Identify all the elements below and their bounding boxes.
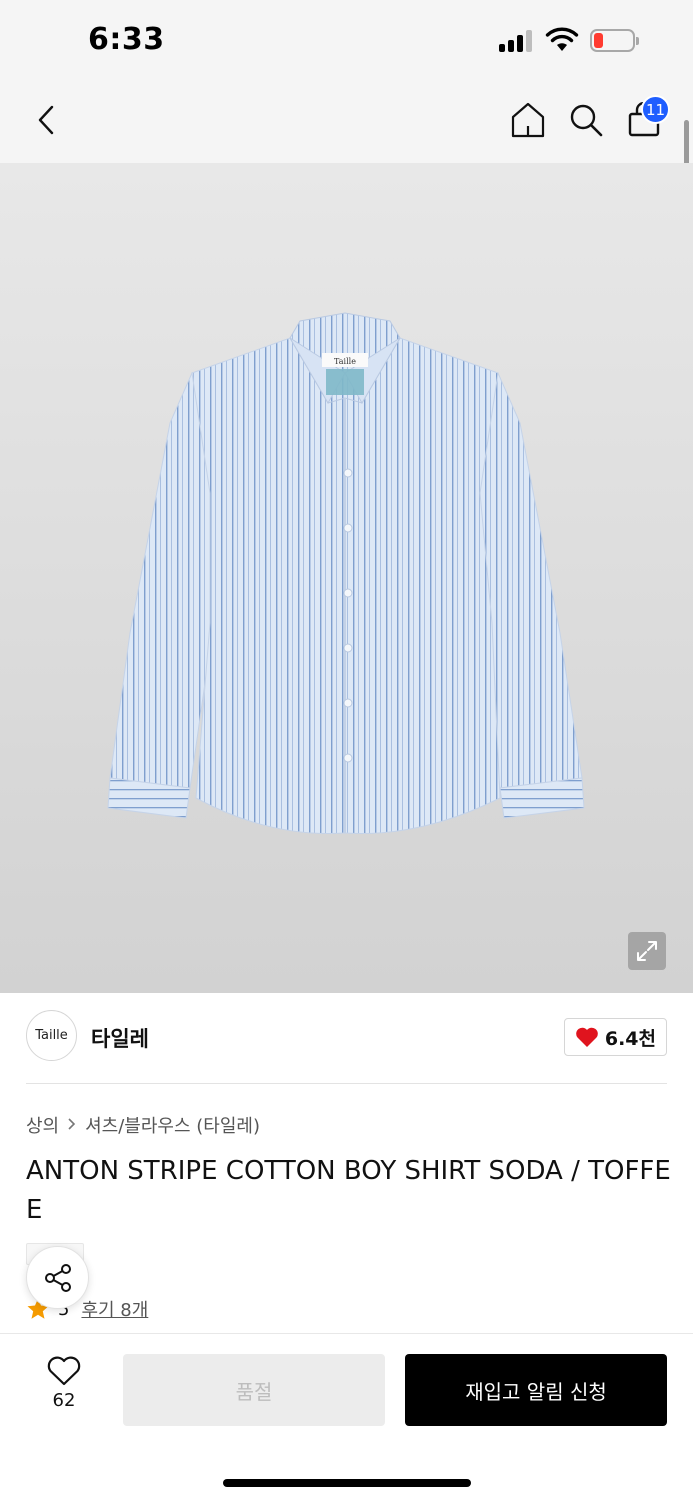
- wishlist-button[interactable]: 62: [34, 1356, 94, 1426]
- breadcrumb: 상의 셔츠/블라우스 (타일레): [26, 1112, 260, 1138]
- battery-icon: [590, 29, 640, 53]
- review-link[interactable]: 후기 8개: [81, 1296, 148, 1322]
- bottom-action-bar: 62 품절 재입고 알림 신청: [0, 1333, 693, 1500]
- breadcrumb-item-subcategory[interactable]: 셔츠/블라우스 (타일레): [85, 1112, 260, 1138]
- brand-like-button[interactable]: 6.4천: [563, 1018, 667, 1056]
- chevron-left-icon: [38, 105, 54, 135]
- search-button[interactable]: [564, 98, 608, 142]
- search-icon: [570, 104, 603, 137]
- soldout-button[interactable]: 품절: [123, 1354, 385, 1426]
- brand-name[interactable]: 타일레: [91, 1023, 149, 1053]
- status-time: 6:33: [88, 22, 165, 57]
- home-icon: [511, 102, 545, 138]
- heart-filled-icon: [576, 1027, 598, 1047]
- status-bar: 6:33: [0, 0, 693, 80]
- chevron-right-icon: [67, 1116, 77, 1135]
- breadcrumb-item-category[interactable]: 상의: [26, 1112, 59, 1138]
- divider: [26, 1083, 667, 1084]
- wishlist-count: 62: [52, 1390, 76, 1411]
- brand-row: Taille 타일레 6.4천: [26, 1010, 667, 1066]
- heart-outline-icon: [47, 1356, 81, 1386]
- wifi-icon: [545, 27, 579, 53]
- share-button[interactable]: [26, 1246, 89, 1309]
- product-title: ANTON STRIPE COTTON BOY SHIRT SODA / TOF…: [26, 1156, 671, 1225]
- product-image[interactable]: Taille: [0, 163, 693, 993]
- restock-alert-button[interactable]: 재입고 알림 신청: [405, 1354, 667, 1426]
- back-button[interactable]: [24, 98, 68, 142]
- brand-like-count: 6.4천: [604, 1027, 656, 1050]
- cart-count-badge: 11: [641, 95, 670, 124]
- share-icon: [44, 1263, 71, 1292]
- signal-icon: [499, 30, 535, 52]
- shirt-image: Taille: [107, 312, 585, 835]
- top-navigation: [0, 80, 693, 163]
- svg-text:Taille: Taille: [334, 357, 356, 366]
- expand-icon: [637, 941, 657, 961]
- expand-image-button[interactable]: [628, 932, 666, 970]
- brand-logo[interactable]: Taille: [26, 1010, 77, 1061]
- home-button[interactable]: [506, 98, 550, 142]
- home-indicator[interactable]: [223, 1479, 471, 1487]
